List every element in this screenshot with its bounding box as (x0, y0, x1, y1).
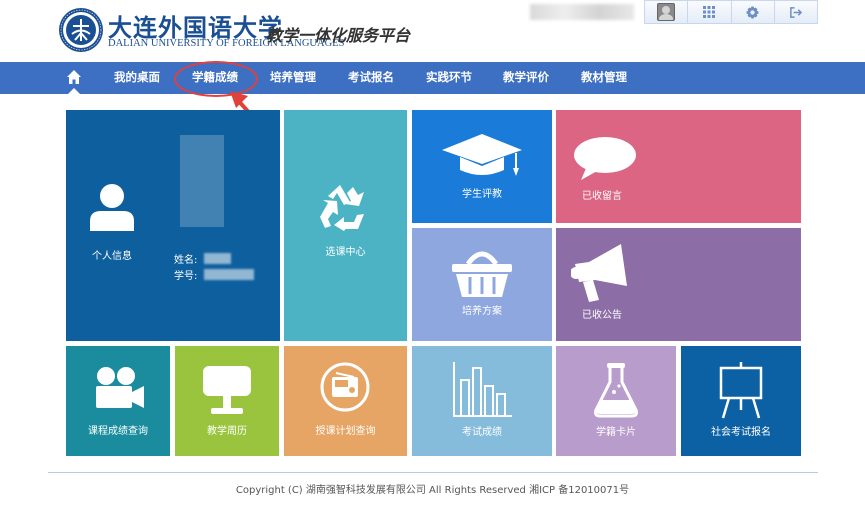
university-seal-logo (59, 8, 103, 52)
top-toolbar (644, 0, 818, 24)
nav-exam-registration[interactable]: 考试报名 (348, 62, 394, 94)
logout-icon (790, 6, 803, 18)
user-name-redacted (530, 4, 634, 20)
tile-personal-info[interactable]: 个人信息 姓名: 学号: (66, 110, 280, 341)
footer-divider (48, 472, 818, 473)
nav-teaching-evaluation[interactable]: 教学评价 (503, 62, 549, 94)
tile-training-plan[interactable]: 培养方案 (412, 228, 552, 341)
tile-social-exam-registration-label: 社会考试报名 (711, 427, 771, 438)
tile-teaching-calendar-label: 教学周历 (207, 426, 247, 437)
video-camera-icon (96, 367, 144, 408)
platform-title: 教学一体化服务平台 (266, 26, 411, 45)
tile-course-selection[interactable]: 选课中心 (284, 110, 407, 341)
tile-course-grades-label: 课程成绩查询 (88, 426, 148, 437)
tile-messages[interactable]: 已收留言 (556, 110, 801, 223)
avatar-icon (657, 3, 676, 21)
nav-student-grades[interactable]: 学籍成绩 (192, 62, 238, 94)
home-icon[interactable] (66, 69, 82, 85)
megaphone-icon (571, 244, 627, 302)
flask-icon (594, 363, 638, 418)
tile-announcements-label: 已收公告 (582, 310, 622, 321)
student-name-redacted (204, 253, 231, 264)
settings-button[interactable] (730, 1, 774, 23)
tile-exam-grades-label: 考试成绩 (462, 427, 502, 438)
main-nav: 我的桌面 学籍成绩 培养管理 考试报名 实践环节 教学评价 教材管理 (0, 62, 865, 94)
nav-practice[interactable]: 实践环节 (426, 62, 472, 94)
gear-icon (746, 6, 759, 18)
student-id-label: 学号: (174, 271, 198, 282)
tile-announcements[interactable]: 已收公告 (556, 228, 801, 341)
active-nav-caret (68, 88, 80, 94)
footer-copyright: Copyright (C) 湖南强智科技发展有限公司 All Rights Re… (235, 485, 630, 496)
radio-icon (320, 362, 370, 412)
logout-button[interactable] (773, 1, 817, 23)
tile-training-plan-label: 培养方案 (462, 306, 502, 317)
student-photo (180, 135, 224, 227)
basket-icon (452, 251, 512, 297)
tile-exam-grades[interactable]: 考试成绩 (412, 346, 552, 456)
tile-student-evaluation-label: 学生评教 (462, 189, 502, 200)
apps-button[interactable] (687, 1, 730, 23)
bar-chart-icon (453, 362, 512, 417)
tile-social-exam-registration[interactable]: 社会考试报名 (681, 346, 801, 456)
tile-messages-label: 已收留言 (582, 191, 622, 202)
tile-course-selection-label: 选课中心 (325, 247, 366, 258)
tile-teaching-calendar[interactable]: 教学周历 (175, 346, 279, 456)
page-header: 大连外国语大学 DALIAN UNIVERSITY OF FOREIGN LAN… (0, 0, 865, 62)
student-id-redacted (204, 269, 254, 280)
grid-icon (703, 6, 716, 18)
speech-bubble-icon (574, 137, 636, 180)
easel-board-icon (719, 362, 763, 419)
tile-student-evaluation[interactable]: 学生评教 (412, 110, 552, 223)
nav-my-desktop[interactable]: 我的桌面 (114, 62, 160, 94)
nav-training-management[interactable]: 培养管理 (270, 62, 316, 94)
nav-textbook-management[interactable]: 教材管理 (581, 62, 627, 94)
tile-course-plan[interactable]: 授课计划查询 (284, 346, 407, 456)
tile-course-grades[interactable]: 课程成绩查询 (66, 346, 170, 456)
user-icon (90, 184, 134, 231)
graduation-cap-icon (442, 134, 522, 176)
tile-course-plan-label: 授课计划查询 (315, 426, 376, 437)
student-name-label: 姓名: (174, 255, 198, 266)
recycle-icon (320, 185, 364, 231)
tile-personal-info-label: 个人信息 (92, 251, 132, 262)
user-avatar-button[interactable] (645, 1, 687, 23)
tile-student-card-label: 学籍卡片 (596, 427, 636, 438)
tile-student-card[interactable]: 学籍卡片 (556, 346, 676, 456)
presentation-board-icon (203, 366, 251, 414)
